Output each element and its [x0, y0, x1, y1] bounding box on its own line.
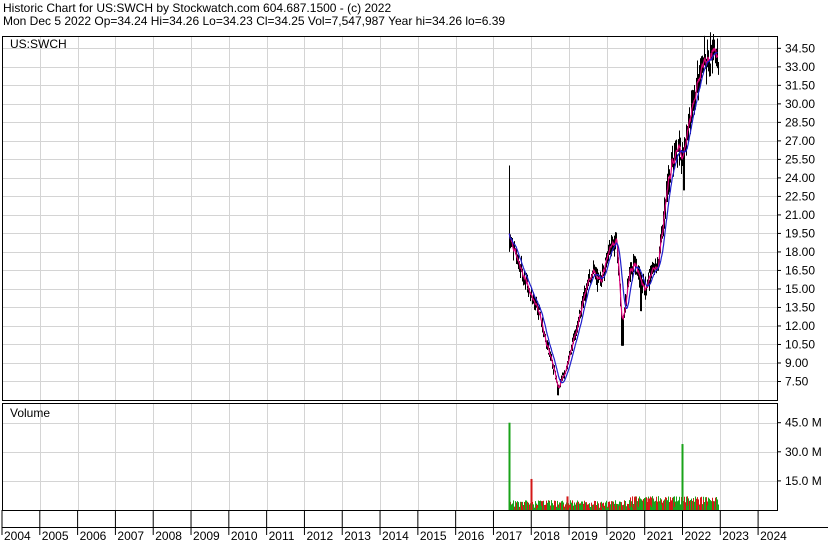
price-series	[508, 32, 719, 396]
x-axis-label: 2015	[420, 529, 447, 543]
price-panel-title: US:SWCH	[10, 37, 67, 51]
price-tick-label: 12.00	[785, 319, 815, 333]
price-panel-frame	[2, 36, 778, 401]
moving-average-fast-line	[508, 47, 719, 389]
x-axis-label: 2004	[4, 529, 31, 543]
volume-tick-label: 45.0 M	[785, 416, 822, 430]
x-axis-label: 2016	[458, 529, 485, 543]
volume-tick-label: 15.0 M	[785, 474, 822, 488]
moving-average-slow-line	[508, 51, 718, 384]
x-axis-label: 2012	[306, 529, 333, 543]
x-axis-label: 2010	[231, 529, 258, 543]
x-axis-label: 2007	[117, 529, 144, 543]
price-tick-label: 16.50	[785, 263, 815, 277]
price-tick-label: 7.50	[785, 374, 809, 388]
x-axis-label: 2005	[42, 529, 69, 543]
volume-panel-frame	[2, 403, 778, 511]
price-tick-label: 19.50	[785, 226, 815, 240]
x-axis-label: 2008	[155, 529, 182, 543]
volume-tick-label: 30.0 M	[785, 445, 822, 459]
x-axis-label: 2023	[722, 529, 749, 543]
x-axis-label: 2021	[647, 529, 674, 543]
price-tick-label: 22.50	[785, 189, 815, 203]
x-axis-label: 2018	[533, 529, 560, 543]
price-tick-label: 10.50	[785, 337, 815, 351]
x-axis-label: 2017	[495, 529, 522, 543]
price-tick-label: 28.50	[785, 115, 815, 129]
x-axis-label: 2019	[571, 529, 598, 543]
price-tick-label: 25.50	[785, 152, 815, 166]
price-tick-label: 15.00	[785, 282, 815, 296]
x-axis-label: 2022	[684, 529, 711, 543]
chart-root: Historic Chart for US:SWCH by Stockwatch…	[0, 0, 830, 543]
price-tick-label: 13.50	[785, 300, 815, 314]
price-tick-label: 34.50	[785, 41, 815, 55]
x-axis-label: 2024	[760, 529, 787, 543]
x-axis-label: 2011	[269, 529, 295, 543]
chart-frame	[1, 36, 828, 535]
volume-panel-title: Volume	[10, 406, 50, 420]
x-axis-label: 2006	[80, 529, 107, 543]
price-tick-label: 21.00	[785, 208, 815, 222]
x-axis-label: 2013	[344, 529, 371, 543]
price-tick-label: 27.00	[785, 134, 815, 148]
stock-chart: 34.50 33.00 31.50 30.00 28.50 27.00 25.50 24.00…	[1, 32, 828, 543]
x-axis-label: 2009	[193, 529, 220, 543]
price-tick-label: 9.00	[785, 356, 809, 370]
price-tick-label: 31.50	[785, 78, 815, 92]
grid-layer	[2, 36, 777, 510]
price-tick-label: 33.00	[785, 60, 815, 74]
x-axis-label: 2014	[382, 529, 409, 543]
x-axis-label: 2020	[609, 529, 636, 543]
price-tick-label: 30.00	[785, 97, 815, 111]
volume-series	[508, 422, 719, 510]
price-tick-label: 18.00	[785, 245, 815, 259]
price-tick-label: 24.00	[785, 171, 815, 185]
